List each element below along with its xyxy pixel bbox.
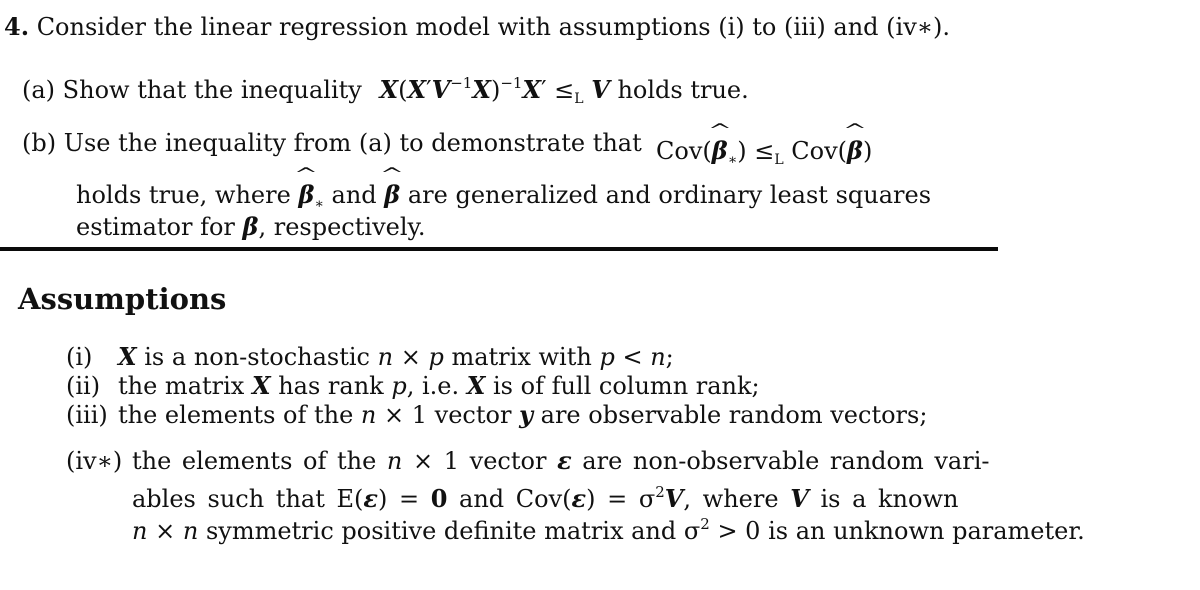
part-a-formula: X(X′V−1X)−1X′ ≤L V xyxy=(379,74,610,107)
question-number: 4. xyxy=(4,12,30,41)
part-b-line-3: estimator for β, respectively. xyxy=(76,212,426,241)
assumption-label: (iv∗) xyxy=(66,447,123,475)
beta-hat-star: ^ β xyxy=(707,120,732,166)
assumption-ii: (ii) the matrix X has rank p, i.e. X is o… xyxy=(66,371,760,400)
assumption-iv-star: (iv∗) the elements of the n × 1 vector ε … xyxy=(66,446,990,475)
part-a-after: holds true. xyxy=(617,76,749,104)
part-b-formula: Cov(^ β∗) ≤L Cov(^ β) xyxy=(656,120,873,169)
part-b: (b) Use the inequality from (a) to demon… xyxy=(22,128,642,158)
part-a-label: (a) xyxy=(22,76,56,104)
beta-hat: ^ β xyxy=(380,164,405,210)
assumptions-heading: Assumptions xyxy=(18,282,227,316)
section-divider xyxy=(0,247,998,251)
assumption-iii: (iii) the elements of the n × 1 vector y … xyxy=(66,400,928,429)
assumption-label: (ii) xyxy=(66,372,101,400)
part-a: (a) Show that the inequality X(X′V−1X)−1… xyxy=(22,68,749,114)
part-b-text: Use the inequality from (a) to demonstra… xyxy=(56,129,642,157)
assumption-label: (i) xyxy=(66,343,93,371)
part-b-label: (b) xyxy=(22,129,57,157)
beta-hat: ^ β xyxy=(842,120,868,166)
assumption-i: (i) X is a non-stochastic n × p matrix wi… xyxy=(66,342,674,371)
assumption-label: (iii) xyxy=(66,401,108,429)
part-a-text: Show that the inequality xyxy=(55,76,362,104)
beta-hat-star: ^ β xyxy=(294,164,319,210)
question-intro-text: Consider the linear regression model wit… xyxy=(29,13,951,41)
question-intro: 4. Consider the linear regression model … xyxy=(4,12,950,42)
assumption-iv-star-line-3: n × n symmetric positive definite matrix… xyxy=(132,515,1085,545)
